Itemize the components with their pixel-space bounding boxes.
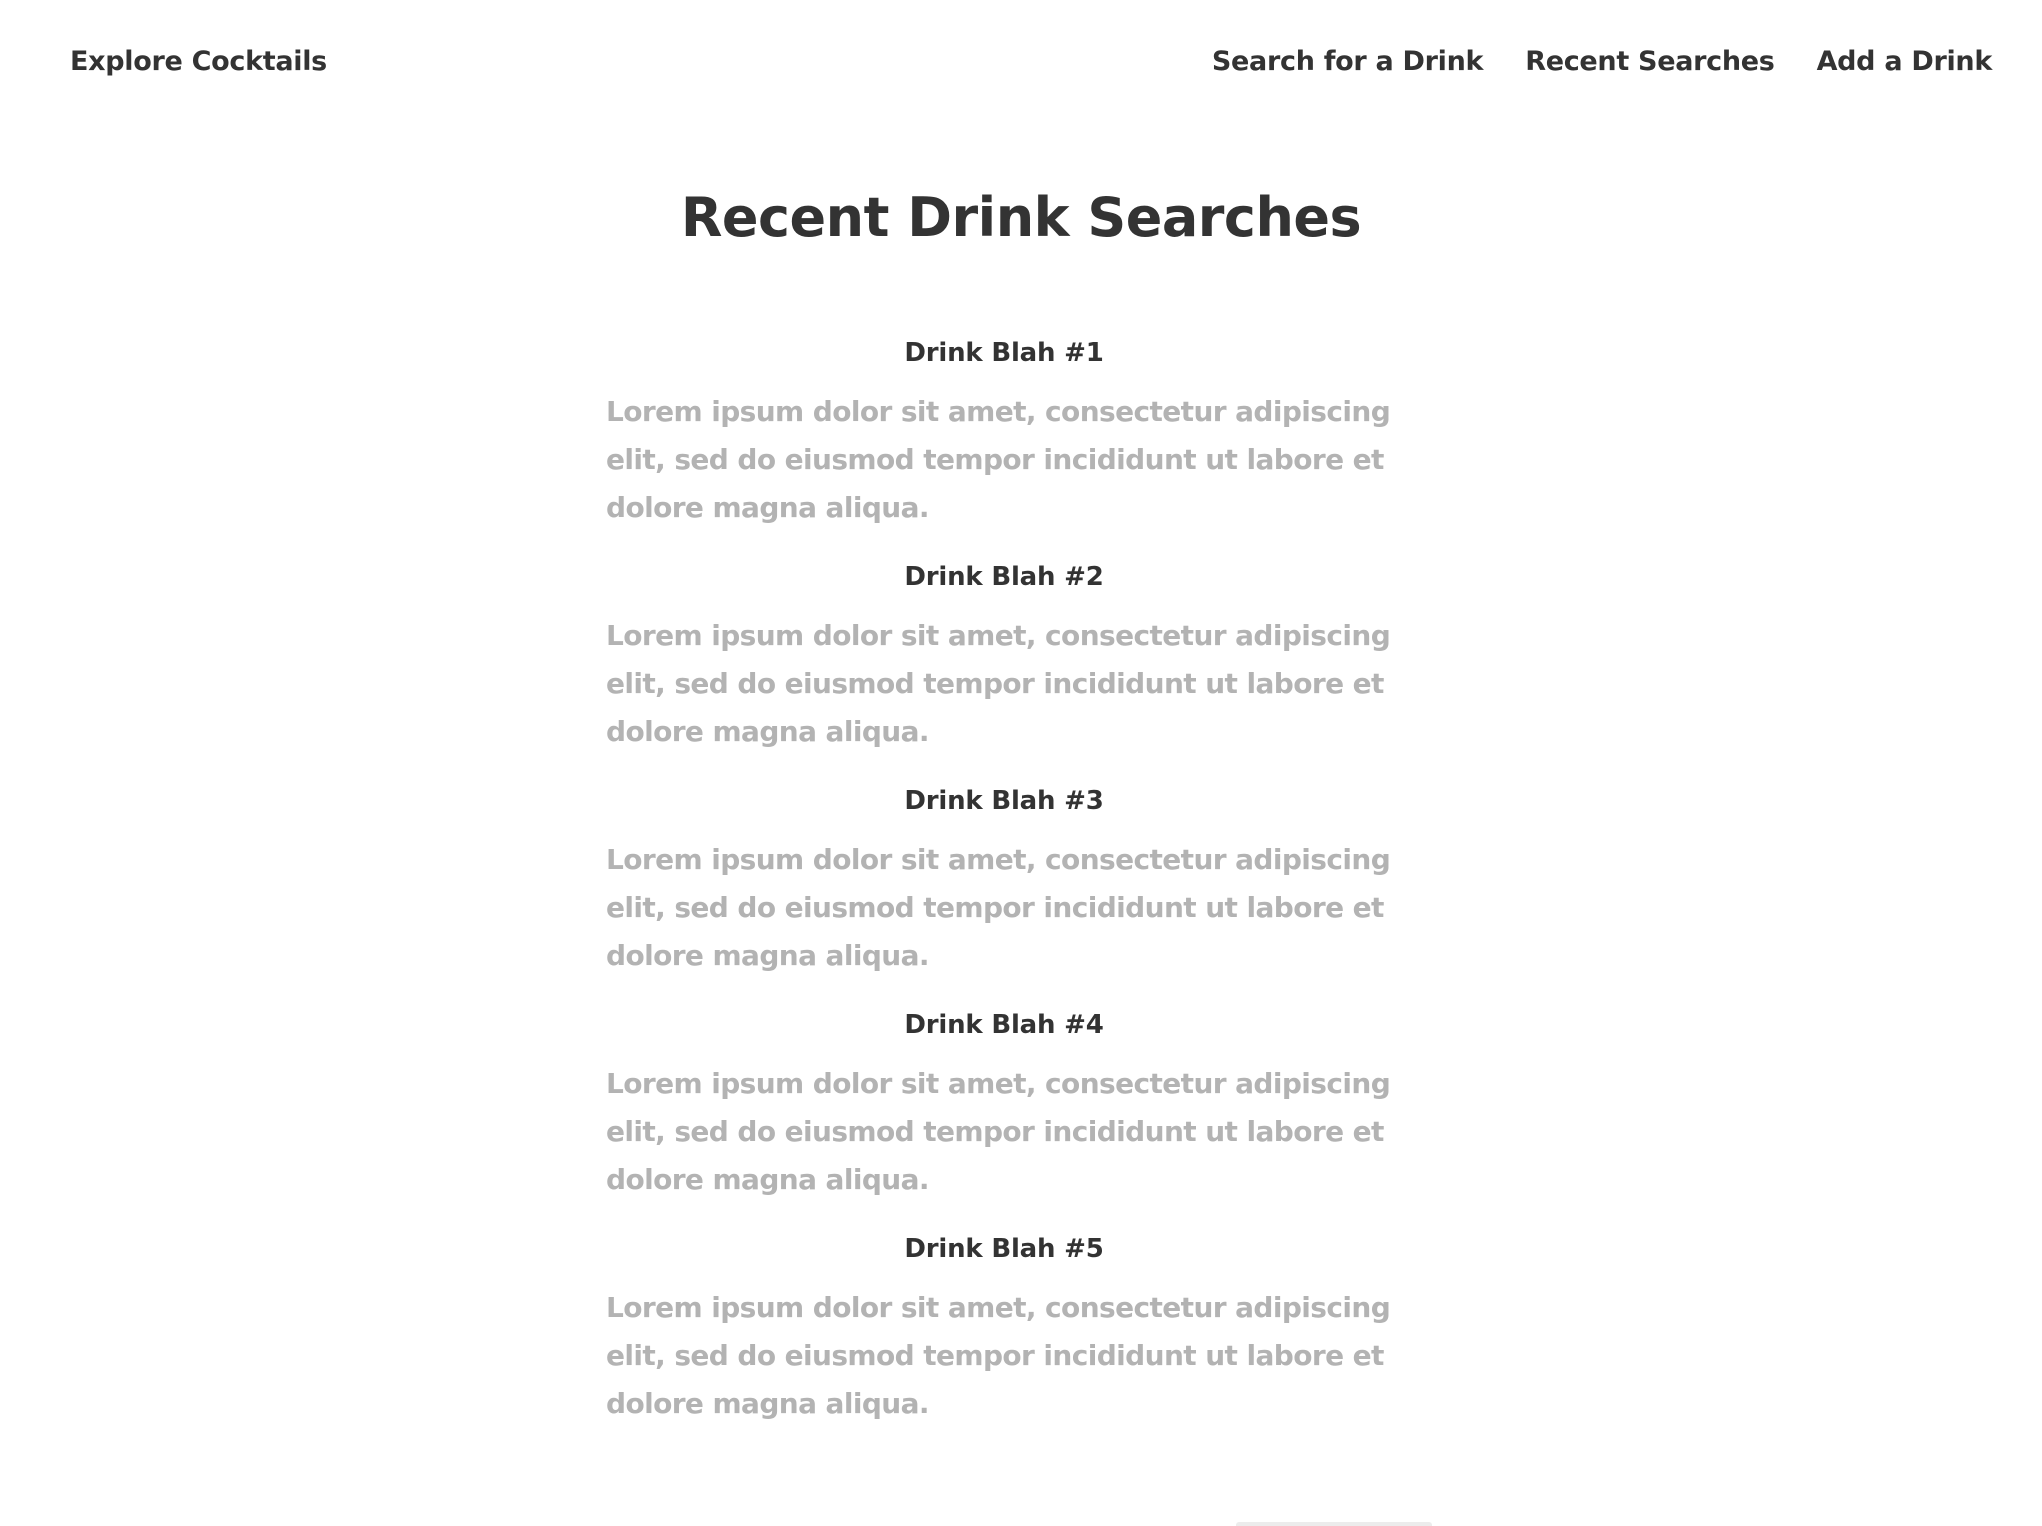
drink-title[interactable]: Drink Blah #4 bbox=[606, 1010, 1402, 1040]
partially-visible-element bbox=[1236, 1522, 1432, 1526]
drink-description: Lorem ipsum dolor sit amet, consectetur … bbox=[606, 1067, 1391, 1196]
nav-link-add-drink[interactable]: Add a Drink bbox=[1817, 46, 1993, 77]
list-item: Drink Blah #5 Lorem ipsum dolor sit amet… bbox=[606, 1234, 1402, 1428]
list-item: Drink Blah #3 Lorem ipsum dolor sit amet… bbox=[606, 786, 1402, 980]
list-item: Drink Blah #2 Lorem ipsum dolor sit amet… bbox=[606, 562, 1402, 756]
list-item: Drink Blah #4 Lorem ipsum dolor sit amet… bbox=[606, 1010, 1402, 1204]
drink-title[interactable]: Drink Blah #3 bbox=[606, 786, 1402, 816]
page-title: Recent Drink Searches bbox=[680, 186, 1362, 249]
drink-title[interactable]: Drink Blah #5 bbox=[606, 1234, 1402, 1264]
nav-links: Search for a Drink Recent Searches Add a… bbox=[1212, 46, 1992, 77]
brand-link[interactable]: Explore Cocktails bbox=[70, 46, 327, 77]
nav-link-search[interactable]: Search for a Drink bbox=[1212, 46, 1484, 77]
recent-searches-list: Drink Blah #1 Lorem ipsum dolor sit amet… bbox=[606, 338, 1402, 1458]
drink-description: Lorem ipsum dolor sit amet, consectetur … bbox=[606, 395, 1391, 524]
list-item: Drink Blah #1 Lorem ipsum dolor sit amet… bbox=[606, 338, 1402, 532]
drink-title[interactable]: Drink Blah #1 bbox=[606, 338, 1402, 368]
drink-description: Lorem ipsum dolor sit amet, consectetur … bbox=[606, 619, 1391, 748]
drink-title[interactable]: Drink Blah #2 bbox=[606, 562, 1402, 592]
drink-description: Lorem ipsum dolor sit amet, consectetur … bbox=[606, 843, 1391, 972]
top-navbar: Explore Cocktails Search for a Drink Rec… bbox=[0, 0, 2042, 130]
nav-link-recent-searches[interactable]: Recent Searches bbox=[1525, 46, 1775, 77]
drink-description: Lorem ipsum dolor sit amet, consectetur … bbox=[606, 1291, 1391, 1420]
